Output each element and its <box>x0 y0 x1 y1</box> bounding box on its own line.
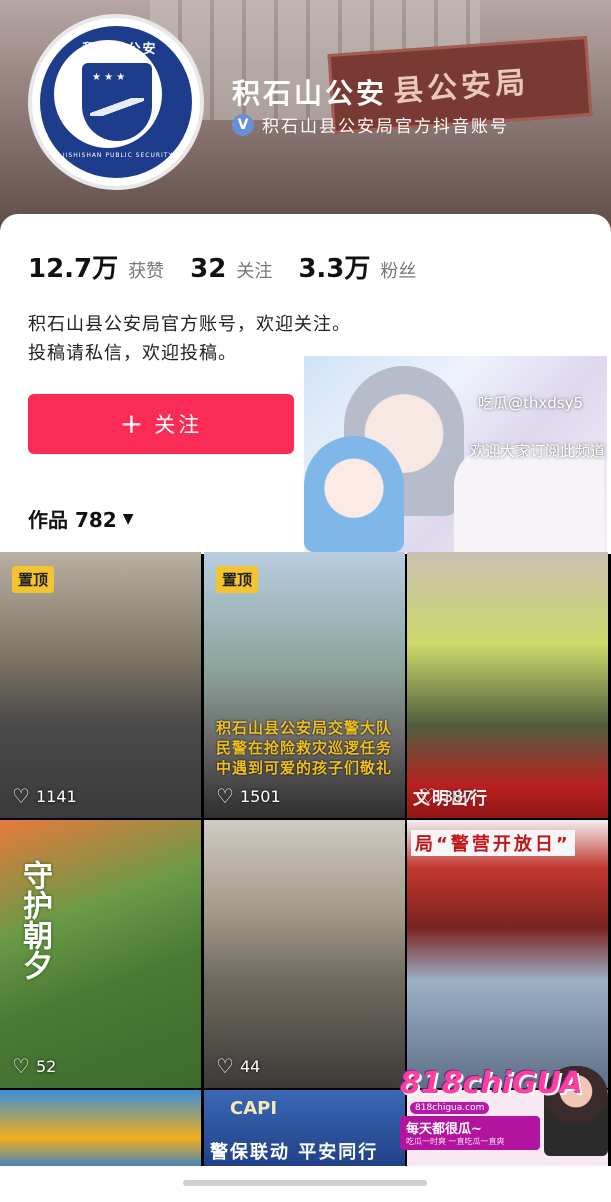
heart-icon: ♡ <box>419 784 437 808</box>
ad-logo: 818chiGUA <box>400 1066 583 1101</box>
caret-down-icon: ▼ <box>122 510 134 527</box>
video-tile[interactable]: 置顶 ♡ 1141 <box>0 552 201 818</box>
heart-icon: ♡ <box>216 784 234 808</box>
video-likes-count: 52 <box>35 1056 57 1076</box>
video-likes: ♡ 387 <box>419 784 473 808</box>
video-likes: ♡ 1141 <box>12 784 77 808</box>
heart-icon: ♡ <box>12 1054 30 1078</box>
video-caption: 警保联动 平安同行 <box>210 1142 379 1163</box>
video-caption: 积石山县公安局交警大队民警在抢险救灾巡逻任务中遇到可爱的孩子们敬礼 <box>216 719 393 777</box>
video-tile[interactable]: 置顶 积石山县公安局交警大队民警在抢险救灾巡逻任务中遇到可爱的孩子们敬礼 ♡ 15… <box>204 552 405 818</box>
bio: 积石山县公安局官方账号，欢迎关注。 投稿请私信，欢迎投稿。 <box>28 310 351 368</box>
corner-ad[interactable]: 818chiGUA 818chigua.com 每天都很瓜~ 吃瓜一时爽 一直吃… <box>400 1066 608 1156</box>
fans-label[interactable]: 粉丝 <box>380 257 416 283</box>
fans-count[interactable]: 3.3万 <box>298 248 370 285</box>
verification-row: V 积石山县公安局官方抖音账号 <box>232 112 509 137</box>
video-likes: ♡ 52 <box>12 1054 56 1078</box>
verified-icon: V <box>232 113 254 136</box>
follow-button-label: 关注 <box>154 413 203 437</box>
works-filter[interactable]: 作品 782 ▼ <box>28 504 134 533</box>
video-caption-top: CAPI <box>230 1098 278 1119</box>
video-tile[interactable] <box>0 1090 201 1170</box>
mountain-icon <box>90 98 144 116</box>
bio-line-2: 投稿请私信，欢迎投稿。 <box>28 343 237 364</box>
likes-label: 获赞 <box>128 261 165 282</box>
follow-button[interactable]: + 关注 <box>28 394 294 454</box>
ad-handle-text: 吃瓜@thxdsy5 <box>477 394 583 412</box>
following-count[interactable]: 32 <box>190 254 226 284</box>
works-label: 作品 782 <box>28 508 117 532</box>
ad-illustration-figure <box>304 436 404 552</box>
following-label[interactable]: 关注 <box>236 257 272 283</box>
video-tile[interactable]: CAPI 警保联动 平安同行 <box>204 1090 405 1170</box>
video-likes: ♡ 44 <box>216 1054 260 1078</box>
overlay-ad-banner[interactable]: 吃瓜@thxdsy5 欢迎大家订阅此频道 <box>304 356 607 552</box>
star-icon: ★ ★ ★ <box>92 72 126 83</box>
profile-name: 积石山公安 <box>232 77 388 110</box>
pinned-badge: 置顶 <box>216 566 259 593</box>
bottom-bar <box>0 1166 611 1202</box>
heart-icon: ♡ <box>12 784 30 808</box>
video-caption: 局“警营开放日” <box>411 830 575 856</box>
video-tile[interactable]: 守护朝夕 ♡ 52 <box>0 820 201 1088</box>
pinned-badge: 置顶 <box>12 566 55 593</box>
bio-line-1: 积石山县公安局官方账号，欢迎关注。 <box>28 314 351 335</box>
video-tile[interactable]: 文明出行 ♡ 387 <box>407 552 608 818</box>
avatar-bottom-text: JISHISHAN PUBLIC SECURITY <box>62 152 174 159</box>
ad-tagline: 每天都很瓜~ <box>406 1122 482 1137</box>
video-likes-count: 387 <box>442 786 474 806</box>
heart-icon: ♡ <box>216 1054 234 1078</box>
video-likes-count: 1141 <box>35 786 77 806</box>
stats-row: 12.7万 获赞 32 关注 3.3万 粉丝 <box>28 248 442 285</box>
verified-label: 积石山县公安局官方抖音账号 <box>262 117 509 137</box>
plus-icon: + <box>119 407 147 440</box>
ad-illustration-cloth <box>454 446 604 552</box>
home-indicator[interactable] <box>183 1180 427 1186</box>
ad-tagline-small: 吃瓜一时爽 一直吃瓜一直爽 <box>406 1137 505 1146</box>
video-caption: 守护朝夕 <box>17 860 52 980</box>
video-likes-count: 1501 <box>239 786 281 806</box>
avatar[interactable]: 积石山公安 ★ ★ ★ JISHISHAN PUBLIC SECURITY <box>28 14 204 190</box>
video-tile[interactable]: ♡ 44 <box>204 820 405 1088</box>
avatar-top-text: 积石山公安 <box>82 42 158 57</box>
video-likes-count: 44 <box>239 1056 261 1076</box>
ad-subscribe-text: 欢迎大家订阅此频道 <box>469 442 605 460</box>
video-likes: ♡ 1501 <box>216 784 281 808</box>
likes-count: 12.7万 <box>28 254 119 284</box>
video-tile[interactable]: 局“警营开放日” <box>407 820 608 1088</box>
ad-url: 818chigua.com <box>410 1102 490 1114</box>
